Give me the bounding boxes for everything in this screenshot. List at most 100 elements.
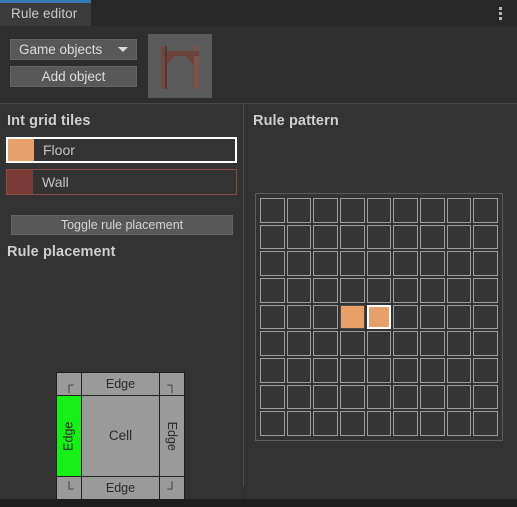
rule-pattern-cell[interactable] <box>393 277 418 303</box>
rule-pattern-cell[interactable] <box>366 224 392 250</box>
rule-pattern-cell[interactable] <box>366 251 392 276</box>
rule-pattern-cell[interactable] <box>393 198 418 223</box>
rule-pattern-cell[interactable] <box>419 304 445 330</box>
rule-pattern-cell[interactable] <box>339 198 365 223</box>
rule-pattern-cell[interactable] <box>366 198 392 223</box>
rule-pattern-cell[interactable] <box>446 331 472 356</box>
rule-pattern-cell[interactable] <box>260 304 285 330</box>
rule-placement-edge-bottom[interactable]: Edge <box>82 477 159 499</box>
rule-pattern-cell[interactable] <box>313 304 338 330</box>
rule-pattern-cell[interactable] <box>260 277 285 303</box>
rule-pattern-cell[interactable] <box>366 357 392 383</box>
rule-pattern-cell[interactable] <box>473 224 498 250</box>
rule-pattern-cell[interactable] <box>393 331 418 356</box>
rule-pattern-cell[interactable] <box>366 304 392 330</box>
rule-pattern-cell[interactable] <box>339 411 365 436</box>
rule-pattern-cell[interactable] <box>286 411 312 436</box>
rule-pattern-cell[interactable] <box>260 357 285 383</box>
rule-pattern-cell[interactable] <box>473 357 498 383</box>
rule-pattern-cell[interactable] <box>419 251 445 276</box>
rule-pattern-cell[interactable] <box>339 357 365 383</box>
rule-pattern-cell[interactable] <box>286 251 312 276</box>
rule-pattern-cell[interactable] <box>339 384 365 410</box>
rule-pattern-cell[interactable] <box>419 357 445 383</box>
rule-pattern-cell[interactable] <box>286 357 312 383</box>
int-grid-tile-wall[interactable]: Wall <box>6 169 237 195</box>
rule-placement-corner-top-left[interactable]: ┌ <box>57 373 81 395</box>
rule-pattern-cell[interactable] <box>393 411 418 436</box>
rule-pattern-cell[interactable] <box>366 411 392 436</box>
rule-pattern-cell[interactable] <box>366 384 392 410</box>
rule-pattern-cell[interactable] <box>260 251 285 276</box>
rule-pattern-cell[interactable] <box>393 304 418 330</box>
rule-pattern-cell[interactable] <box>366 331 392 356</box>
rule-pattern-cell[interactable] <box>286 224 312 250</box>
rule-pattern-cell[interactable] <box>313 277 338 303</box>
game-object-thumbnail[interactable] <box>148 34 212 98</box>
rule-pattern-cell[interactable] <box>419 411 445 436</box>
add-object-button[interactable]: Add object <box>10 66 137 87</box>
rule-pattern-cell[interactable] <box>313 411 338 436</box>
tab-rule-editor[interactable]: Rule editor <box>0 0 92 26</box>
rule-pattern-cell[interactable] <box>419 331 445 356</box>
tile-color-swatch <box>7 170 33 194</box>
rule-pattern-cell[interactable] <box>313 331 338 356</box>
rule-pattern-cell[interactable] <box>393 251 418 276</box>
rule-pattern-cell[interactable] <box>446 277 472 303</box>
rule-pattern-cell[interactable] <box>446 304 472 330</box>
rule-pattern-cell[interactable] <box>473 411 498 436</box>
rule-pattern-cell[interactable] <box>339 224 365 250</box>
rule-placement-edge-top[interactable]: Edge <box>82 373 159 395</box>
rule-pattern-grid[interactable] <box>260 198 498 436</box>
rule-pattern-cell[interactable] <box>313 251 338 276</box>
rule-pattern-cell[interactable] <box>366 277 392 303</box>
rule-pattern-cell[interactable] <box>393 357 418 383</box>
rule-pattern-cell[interactable] <box>313 357 338 383</box>
rule-pattern-cell[interactable] <box>260 384 285 410</box>
rule-placement-cell-center[interactable]: Cell <box>82 396 159 476</box>
rule-pattern-cell[interactable] <box>260 224 285 250</box>
rule-pattern-cell[interactable] <box>419 277 445 303</box>
rule-pattern-cell[interactable] <box>286 304 312 330</box>
rule-pattern-cell[interactable] <box>313 224 338 250</box>
rule-pattern-cell[interactable] <box>419 384 445 410</box>
rule-pattern-cell[interactable] <box>473 331 498 356</box>
rule-pattern-cell[interactable] <box>339 277 365 303</box>
rule-pattern-cell[interactable] <box>393 384 418 410</box>
rule-pattern-cell[interactable] <box>446 411 472 436</box>
rule-pattern-cell[interactable] <box>446 198 472 223</box>
rule-pattern-cell[interactable] <box>313 198 338 223</box>
rule-pattern-cell[interactable] <box>286 384 312 410</box>
rule-pattern-cell[interactable] <box>260 331 285 356</box>
rule-pattern-cell[interactable] <box>473 384 498 410</box>
rule-pattern-cell[interactable] <box>419 224 445 250</box>
rule-placement-edge-right[interactable]: Edge <box>160 396 184 476</box>
rule-pattern-cell[interactable] <box>260 411 285 436</box>
rule-pattern-cell[interactable] <box>313 384 338 410</box>
int-grid-tile-floor[interactable]: Floor <box>6 137 237 163</box>
rule-pattern-cell[interactable] <box>260 198 285 223</box>
rule-pattern-cell[interactable] <box>339 331 365 356</box>
rule-pattern-cell[interactable] <box>339 304 365 330</box>
rule-pattern-cell[interactable] <box>286 198 312 223</box>
rule-pattern-cell[interactable] <box>473 198 498 223</box>
rule-pattern-cell[interactable] <box>446 357 472 383</box>
toggle-rule-placement-button[interactable]: Toggle rule placement <box>11 215 233 235</box>
rule-pattern-cell[interactable] <box>446 384 472 410</box>
rule-placement-corner-bottom-right[interactable]: ┘ <box>160 477 184 499</box>
game-objects-dropdown[interactable]: Game objects <box>10 39 137 60</box>
rule-pattern-cell[interactable] <box>286 277 312 303</box>
rule-pattern-cell[interactable] <box>339 251 365 276</box>
rule-placement-corner-top-right[interactable]: ┐ <box>160 373 184 395</box>
rule-pattern-cell[interactable] <box>286 331 312 356</box>
rule-pattern-cell[interactable] <box>446 224 472 250</box>
rule-placement-edge-left[interactable]: Edge <box>57 396 81 476</box>
rule-pattern-cell[interactable] <box>473 277 498 303</box>
kebab-menu-icon[interactable] <box>492 4 508 22</box>
rule-pattern-cell[interactable] <box>393 224 418 250</box>
rule-placement-corner-bottom-left[interactable]: └ <box>57 477 81 499</box>
rule-pattern-cell[interactable] <box>419 198 445 223</box>
rule-pattern-cell[interactable] <box>473 304 498 330</box>
rule-pattern-cell[interactable] <box>473 251 498 276</box>
rule-pattern-cell[interactable] <box>446 251 472 276</box>
